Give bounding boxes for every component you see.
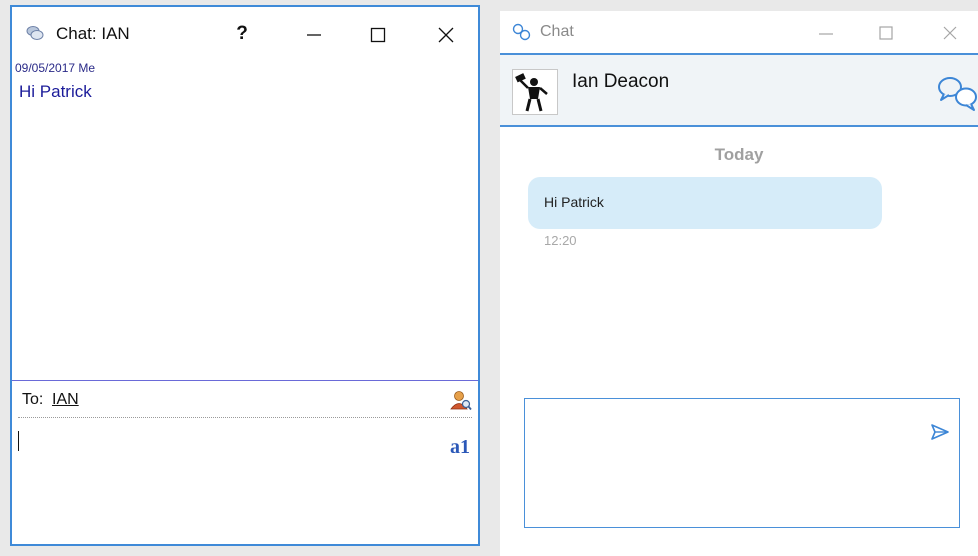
avatar[interactable] (512, 69, 558, 115)
message-text: Hi Patrick (19, 82, 92, 101)
chat-bubbles-icon (26, 26, 44, 40)
window-title: Chat (540, 23, 574, 40)
font-icon[interactable]: a1 (450, 436, 470, 459)
maximize-icon (879, 26, 893, 40)
message-text: Hi Patrick (544, 194, 604, 210)
chat-bubbles-icon[interactable] (934, 73, 978, 113)
recipient-row: To: IAN (12, 382, 478, 418)
contact-header: Ian Deacon (500, 53, 978, 127)
maximize-button[interactable] (358, 17, 398, 51)
message-timestamp: 12:20 (544, 233, 577, 248)
window-title: Chat: IAN (56, 24, 130, 43)
message-input[interactable] (524, 398, 960, 528)
minimize-button[interactable] (806, 17, 846, 47)
day-separator: Today (714, 145, 764, 164)
chat-window-modern: Chat Ian Deacon Today Hi Patrick 12:20 (500, 11, 978, 556)
divider (12, 380, 478, 381)
text-caret (18, 431, 19, 451)
send-icon[interactable] (929, 421, 951, 443)
maximize-button[interactable] (866, 17, 906, 47)
close-button[interactable] (426, 17, 466, 51)
avatar-figure-icon (515, 73, 548, 112)
recipient-label: To: (22, 391, 44, 408)
close-icon (943, 26, 957, 40)
minimize-button[interactable] (294, 17, 334, 51)
close-icon (438, 27, 454, 43)
divider (18, 417, 472, 418)
help-button[interactable]: ? (222, 17, 262, 51)
close-button[interactable] (930, 17, 970, 47)
contact-search-icon[interactable] (450, 389, 472, 411)
minimize-icon (819, 33, 833, 35)
message-meta: 09/05/2017 Me (15, 61, 96, 75)
title-bar[interactable]: Chat: IAN ? (12, 7, 478, 57)
maximize-icon (370, 27, 386, 42)
chat-window-classic: Chat: IAN ? 09/05/2017 Me Hi Patrick To:… (10, 5, 480, 546)
message-bubble: Hi Patrick (528, 177, 882, 229)
recipient-link[interactable]: IAN (52, 391, 79, 409)
contact-name: Ian Deacon (572, 71, 670, 92)
message-input[interactable]: a1 (12, 420, 478, 544)
chat-links-icon (512, 23, 531, 41)
desktop: Chat: IAN ? 09/05/2017 Me Hi Patrick To:… (0, 0, 978, 556)
title-bar[interactable]: Chat (500, 11, 978, 53)
minimize-icon (307, 34, 321, 36)
